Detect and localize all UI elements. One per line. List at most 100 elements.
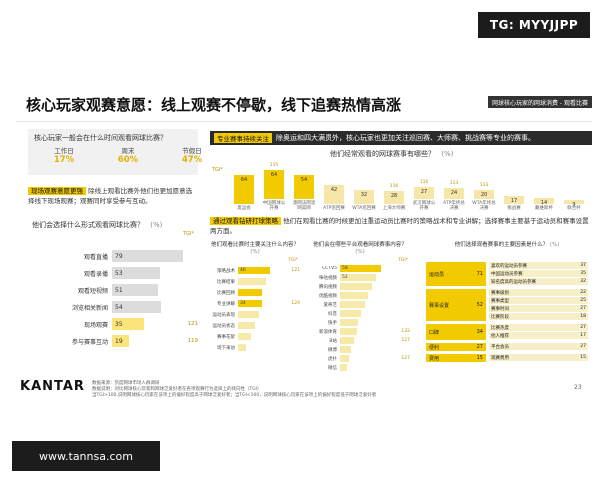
- mini3-group-name: 费用: [429, 355, 440, 362]
- q2-question-text: 他们会选择什么形式观看网球比赛？: [32, 221, 144, 229]
- q3-col-label: 联合杯: [567, 206, 581, 211]
- q2-row-bar: 79: [112, 250, 183, 262]
- q3-col-bar: 20: [474, 190, 494, 199]
- insight-left: 现场观赛意愿更强 除线上观看比赛外他们也更加愿意选择线下现场观赛；观赛同时享受参…: [28, 186, 198, 206]
- mini3-item-label: 平台会员: [491, 344, 509, 350]
- mini2-row-bar: [340, 337, 354, 344]
- mini3-title-text: 他们选择观看赛事的主要因素是什么？: [454, 242, 549, 248]
- mini3-item-label: 赛事级别: [491, 290, 509, 296]
- q2-row: 观看录播 53: [28, 266, 198, 280]
- q3-col-bar: 64: [264, 170, 284, 199]
- mini2-row: 微博: [310, 345, 410, 354]
- mini1-row: 策略战术 46 121: [210, 266, 300, 275]
- q3-col-bar: 32: [354, 190, 374, 204]
- mini1-row-bar: 34: [238, 300, 262, 307]
- q3-col-tgi: 116: [419, 180, 429, 185]
- mini2-row-label: 微信: [328, 365, 337, 371]
- q3-col-bar: 54: [294, 175, 314, 199]
- q3-cols: 64 奥运会 115 64 中国网球公开赛 54 澳网法网温网美网 42 ATP巡回赛 32 WTA…: [232, 163, 586, 211]
- mini2-unit: (%): [355, 249, 365, 255]
- mini1-row: 专业讲解 34 124: [210, 299, 300, 308]
- q3-col-label: 上海大师赛: [382, 206, 406, 211]
- q3-col: 113 24 ATP年终总决赛: [442, 181, 466, 211]
- mini3-group-items: 平台会员 27: [489, 343, 588, 351]
- q3-col: 42 ATP巡回赛: [322, 183, 346, 211]
- mini2-row: 虎扑 127: [310, 354, 410, 363]
- mini3-group-head: 费用 15: [426, 354, 486, 362]
- mini2-row: 腾讯视频: [310, 282, 410, 291]
- q1-values: 工作日 17% 周末 60% 节假日 47%: [34, 145, 222, 165]
- mini3-item-label: 知名度高的运动员参赛: [491, 279, 536, 285]
- q3-col: 32 WTA巡回赛: [352, 188, 376, 211]
- mini3-item-value: 37: [580, 263, 586, 268]
- mini3-item: 中国运动员参赛 35: [489, 270, 588, 277]
- footer-source3: 当TGI>100,说明网球核心玩家在该项上的偏好程度高于网球泛爱好者；当TGI<…: [92, 393, 377, 398]
- q2-row-bar: 53: [112, 267, 160, 279]
- q3-col-tgi: 113: [479, 183, 489, 188]
- mini2-row: 爱奇艺: [310, 300, 410, 309]
- mini1-tgi-label: TGI*: [288, 258, 298, 263]
- mini2-rows: CCTV5 58 咪咕视频 52 腾讯视频 优酷视频 爱奇艺 抖音 快手 新浪体育 132 B站 127…: [310, 264, 410, 372]
- mini3-group-value: 52: [476, 302, 483, 308]
- q3-col-label: WTA巡回赛: [352, 206, 376, 211]
- mini2-row: 咪咕视频 52: [310, 273, 410, 282]
- mini3-item-label: 比赛阶段: [491, 314, 509, 320]
- mini3-panel: 他们选择观看赛事的主要因素是什么？ (%) 运动员 71 喜欢的运动员参赛 37 中国运…: [422, 242, 592, 362]
- mini3-title: 他们选择观看赛事的主要因素是什么？ (%): [422, 242, 592, 249]
- mini2-row-label: 爱奇艺: [323, 302, 338, 308]
- mini1-row-bar: [238, 311, 259, 318]
- q2-rows: 观看直播 79 观看录播 53 观看短视频 51 浏览相关新闻 54 现场观赛 35 121 参与赛事…: [28, 249, 198, 351]
- mini3-item: 他人推荐 17: [489, 332, 588, 339]
- q1-item-value: 47%: [181, 155, 203, 165]
- mini3-item-label: 观赛费用: [491, 355, 509, 361]
- q2-tgi-label: TGI*: [183, 231, 194, 237]
- q3-col-label: 挑战赛: [507, 206, 521, 211]
- q3-col: 116 27 武汉网球公开赛: [412, 180, 436, 211]
- mini3-item-value: 22: [580, 290, 586, 295]
- mini1-row: 比赛回顾: [210, 288, 300, 297]
- mini2-row-label: 新浪体育: [319, 329, 337, 335]
- q3-tgi-label: TGI*: [212, 167, 223, 173]
- mini3-item-label: 喜欢的运动员参赛: [491, 263, 527, 269]
- mini1-row-tgi: 124: [291, 301, 300, 306]
- mini1-row: 运动员状态: [210, 321, 300, 330]
- q1-question: 核心玩家一般会在什么时间观看网球比赛？: [34, 134, 167, 142]
- mini3-group-head: 口碑 34: [426, 324, 486, 340]
- mini3-group-name: 便利: [429, 344, 440, 351]
- q3-col-label: WTA年终总决赛: [472, 201, 496, 211]
- mini2-row: 快手: [310, 318, 410, 327]
- mini3-group: 便利 27 平台会员 27: [426, 343, 588, 351]
- mini1-row-bar: [238, 322, 255, 329]
- q2-row-label: 参与赛事互动: [71, 338, 108, 346]
- q3-col-bar: 27: [414, 187, 434, 199]
- q3-col: 17 挑战赛: [502, 194, 526, 211]
- mini3-item: 知名度高的运动员参赛 32: [489, 278, 588, 285]
- q3-col-label: 戴维斯杯: [535, 206, 553, 211]
- kantar-logo: KANTAR: [20, 379, 85, 394]
- q2-row: 浏览相关新闻 54: [28, 300, 198, 314]
- mini3-group-head: 便利 27: [426, 343, 486, 351]
- mini3-group-name: 运动员: [429, 271, 445, 278]
- mini1-row-bar: [238, 278, 266, 285]
- q2-row-label: 观看直播: [83, 253, 108, 261]
- mini1-rows: 策略战术 46 121 比赛结果 比赛回顾 专业讲解 34 124 运动员表现 运动员状态 赛事花絮…: [210, 266, 300, 354]
- mini3-group: 运动员 71 喜欢的运动员参赛 37 中国运动员参赛 35 知名度高的运动员参赛 32: [426, 262, 588, 286]
- mini1-row-label: 策略战术: [217, 268, 235, 274]
- q2-row-bar: 19: [112, 335, 129, 347]
- mini3-item-label: 他人推荐: [491, 333, 509, 339]
- q2-question: 他们会选择什么形式观看网球比赛？ (%): [32, 220, 162, 230]
- mini2-row: 新浪体育 132: [310, 327, 410, 336]
- mini3-item-value: 15: [580, 355, 586, 360]
- q3-col-bar: 17: [504, 196, 524, 204]
- q3-col-label: 武汉网球公开赛: [412, 201, 436, 211]
- mini2-row: 微信: [310, 363, 410, 372]
- mini3-item: 比赛阶段 18: [489, 313, 588, 320]
- q1-item-label: 工作日: [54, 147, 74, 155]
- q3-col: 9 联合杯: [562, 198, 586, 211]
- q2-row-label: 现场观赛: [83, 321, 108, 329]
- insight-right2-tag: 通过观看钻研打球策略: [210, 217, 281, 225]
- q2-row: 观看短视频 51: [28, 283, 198, 297]
- mini3-group: 口碑 34 比赛热度 27 他人推荐 17: [426, 324, 588, 340]
- mini2-row-bar: [340, 310, 361, 317]
- q3-col: 54 澳网法网温网美网: [292, 173, 316, 211]
